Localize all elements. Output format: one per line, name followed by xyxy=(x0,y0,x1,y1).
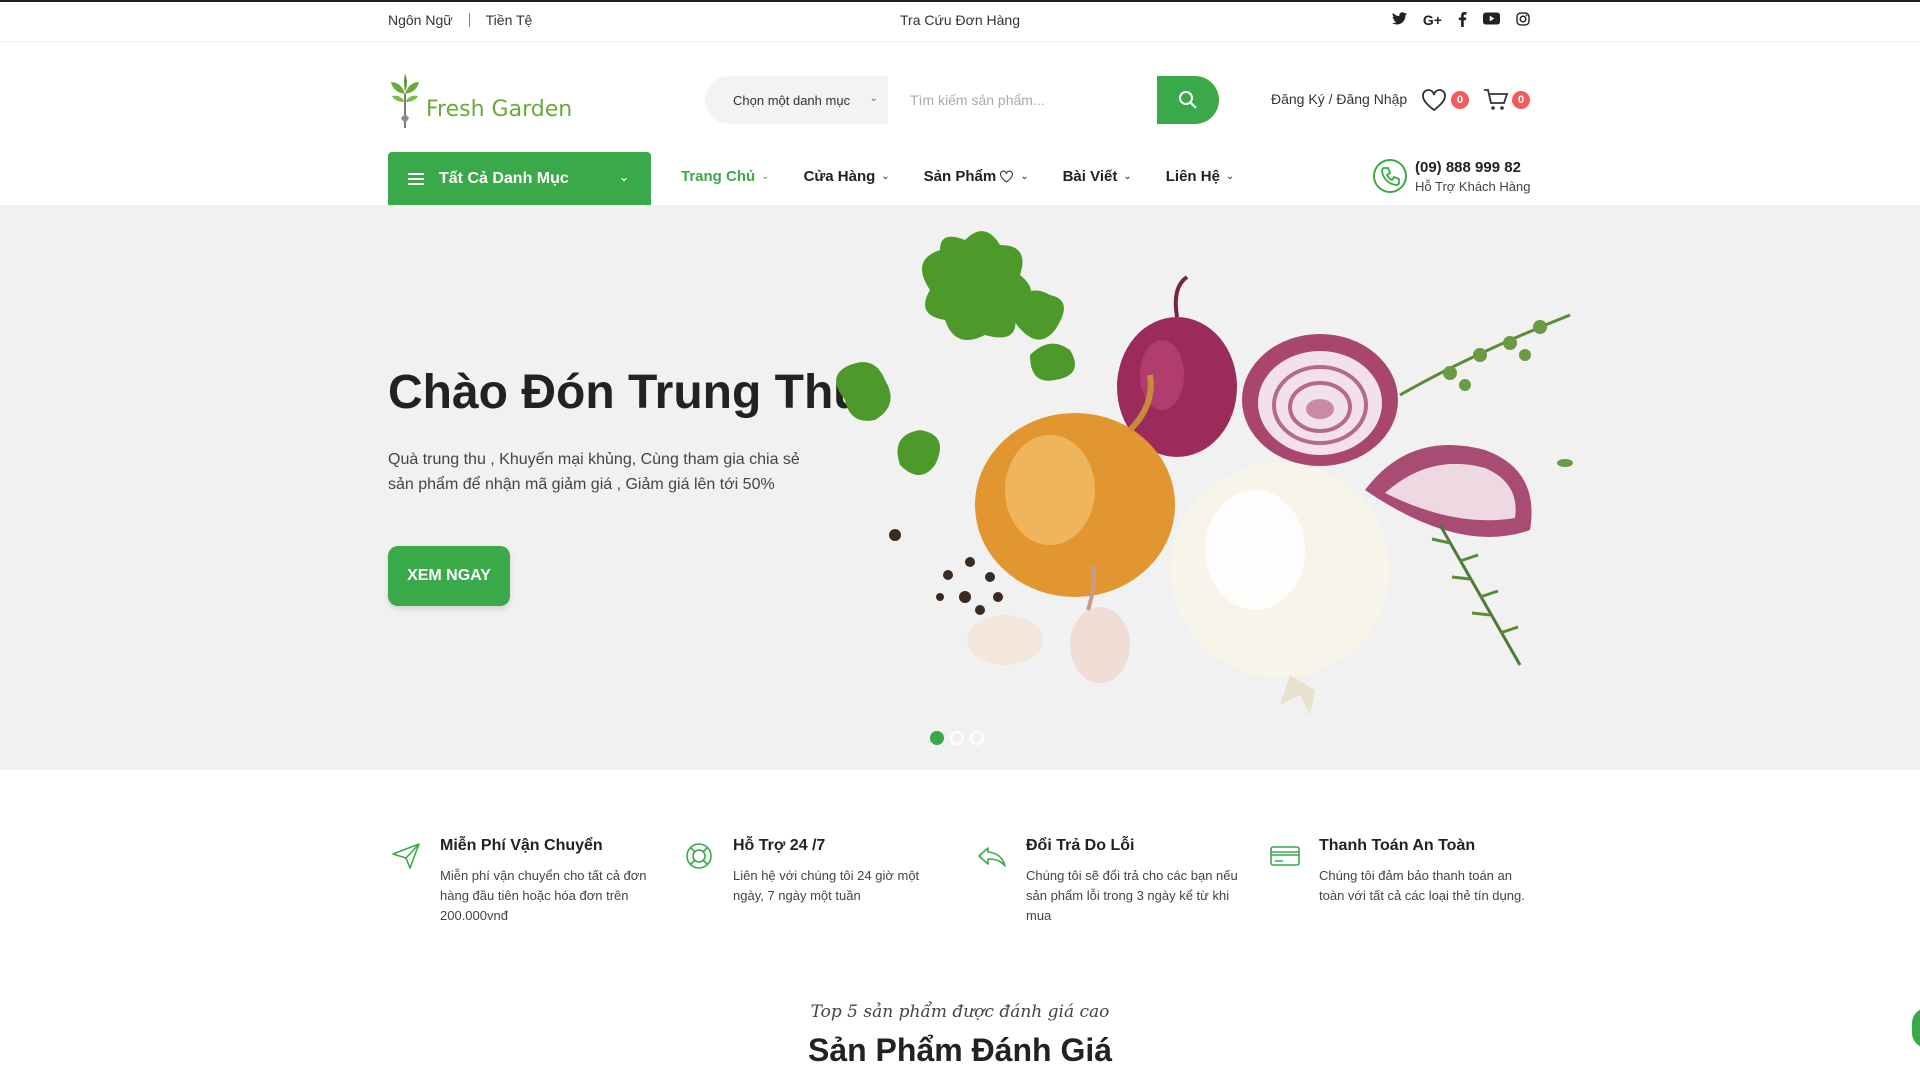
slider-dot-2[interactable] xyxy=(950,731,964,745)
support-phone: (09) 888 999 82 xyxy=(1415,159,1521,176)
nav-item-label: Cửa Hàng xyxy=(803,168,876,185)
hero-banner: Chào Đón Trung Thu Quà trung thu , Khuyế… xyxy=(0,205,1920,770)
feature-title: Thanh Toán An Toàn xyxy=(1319,837,1476,854)
feature-title: Đổi Trả Do Lỗi xyxy=(1026,837,1135,854)
heart-icon xyxy=(1000,170,1014,183)
divider xyxy=(468,13,470,27)
chevron-down-icon: ⌄ xyxy=(1123,171,1132,182)
account-link[interactable]: Đăng Ký / Đăng Nhập xyxy=(1271,91,1407,107)
slider-dot-3[interactable] xyxy=(970,731,984,745)
feature-title: Miễn Phí Vận Chuyển xyxy=(440,837,603,854)
search-bar: Chọn một danh mục ⌄ xyxy=(705,76,1219,124)
facebook-icon[interactable] xyxy=(1458,12,1467,28)
credit-card-icon xyxy=(1270,846,1300,866)
slider-dot-1[interactable] xyxy=(930,731,944,745)
youtube-icon[interactable] xyxy=(1483,12,1500,28)
chevron-down-icon: ⌄ xyxy=(869,93,878,104)
nav-item-home[interactable]: Trang Chủ ⌄ xyxy=(681,168,770,185)
nav-item-store[interactable]: Cửa Hàng ⌄ xyxy=(804,168,890,185)
main-nav: Trang Chủ ⌄ Cửa Hàng ⌄ Sản Phẩm ⌄ Bài Viết… xyxy=(681,168,1268,185)
nav-item-products[interactable]: Sản Phẩm ⌄ xyxy=(924,168,1029,185)
top-bar-left: Ngôn Ngữ Tiền Tệ xyxy=(388,12,532,28)
shop-now-button[interactable]: XEM NGAY xyxy=(388,546,510,606)
all-categories-button[interactable]: Tất Cả Danh Mục ⌄ xyxy=(388,152,651,205)
search-input[interactable] xyxy=(888,76,1157,124)
social-links: G+ xyxy=(1391,12,1530,28)
chevron-down-icon: ⌄ xyxy=(761,171,770,182)
chevron-down-icon: ⌄ xyxy=(881,171,890,182)
cart-icon xyxy=(1484,89,1509,110)
chevron-down-icon: ⌄ xyxy=(1020,171,1029,182)
slider-dots xyxy=(930,731,984,745)
feature-description: Liên hệ với chúng tôi 24 giờ một ngày, 7… xyxy=(733,868,920,903)
top-bar: Ngôn Ngữ Tiền Tệ Tra Cứu Đơn Hàng G+ xyxy=(0,0,1920,42)
currency-selector[interactable]: Tiền Tệ xyxy=(486,12,533,28)
feature-description: Miễn phí vận chuyển cho tất cả đơn hàng … xyxy=(440,868,647,923)
nav-item-label: Liên Hệ xyxy=(1165,168,1220,185)
chevron-down-icon: ⌄ xyxy=(618,170,629,184)
section-title: Sản Phẩm Đánh Giá xyxy=(807,1032,1113,1068)
wishlist-button[interactable] xyxy=(1421,88,1447,114)
search-button[interactable] xyxy=(1157,76,1219,124)
menu-icon xyxy=(408,170,424,188)
hero-description: Quà trung thu , Khuyến mại khủng, Cùng t… xyxy=(388,451,800,493)
nav-item-contact[interactable]: Liên Hệ ⌄ xyxy=(1166,168,1235,185)
nav-item-label: Trang Chủ xyxy=(681,168,756,185)
sprout-logo-icon xyxy=(391,74,419,128)
airplane-icon xyxy=(392,843,420,869)
return-arrow-icon xyxy=(978,847,1006,867)
feature-description: Chúng tôi sẽ đổi trả cho các bạn nếu sản… xyxy=(1026,868,1238,923)
nav-item-label: Bài Viết xyxy=(1062,168,1118,185)
twitter-icon[interactable] xyxy=(1391,12,1407,28)
nav-item-label: Sản Phẩm xyxy=(923,168,997,185)
heart-icon xyxy=(1422,89,1446,112)
onion-vegetables-image xyxy=(836,231,1573,715)
feature-title: Hỗ Trợ 24 /7 xyxy=(733,837,826,854)
wishlist-count-badge: 0 xyxy=(1451,91,1469,109)
search-icon xyxy=(1179,91,1197,109)
feature-description: Chúng tôi đảm bảo thanh toán an toàn với… xyxy=(1319,868,1525,903)
cart-button[interactable] xyxy=(1483,88,1509,114)
logo[interactable]: Fresh Garden xyxy=(388,70,572,128)
top-bar-center: Tra Cứu Đơn Hàng xyxy=(0,12,1920,28)
support-label: Hỗ Trợ Khách Hàng xyxy=(1415,179,1531,194)
category-select[interactable]: Chọn một danh mục ⌄ xyxy=(705,76,888,124)
category-select-label: Chọn một danh mục xyxy=(733,92,851,108)
features-row: Miễn Phí Vận Chuyển Miễn phí vận chuyển … xyxy=(388,834,1548,934)
logo-text: Fresh Garden xyxy=(426,97,573,122)
all-categories-label: Tất Cả Danh Mục xyxy=(439,169,569,187)
hero-title: Chào Đón Trung Thu xyxy=(388,366,863,419)
nav-item-blog[interactable]: Bài Viết ⌄ xyxy=(1063,168,1132,185)
customer-support[interactable]: (09) 888 999 82 Hỗ Trợ Khách Hàng xyxy=(1372,158,1532,198)
order-lookup-link[interactable]: Tra Cứu Đơn Hàng xyxy=(900,12,1020,28)
phone-icon xyxy=(1373,159,1407,193)
cart-count-badge: 0 xyxy=(1512,91,1530,109)
language-selector[interactable]: Ngôn Ngữ xyxy=(388,12,453,28)
section-subtitle: Top 5 sản phẩm được đánh giá cao xyxy=(810,1002,1110,1022)
google-plus-icon[interactable]: G+ xyxy=(1423,12,1442,28)
instagram-icon[interactable] xyxy=(1516,12,1530,28)
lifebuoy-icon xyxy=(686,843,712,869)
chevron-down-icon: ⌄ xyxy=(1225,171,1235,182)
